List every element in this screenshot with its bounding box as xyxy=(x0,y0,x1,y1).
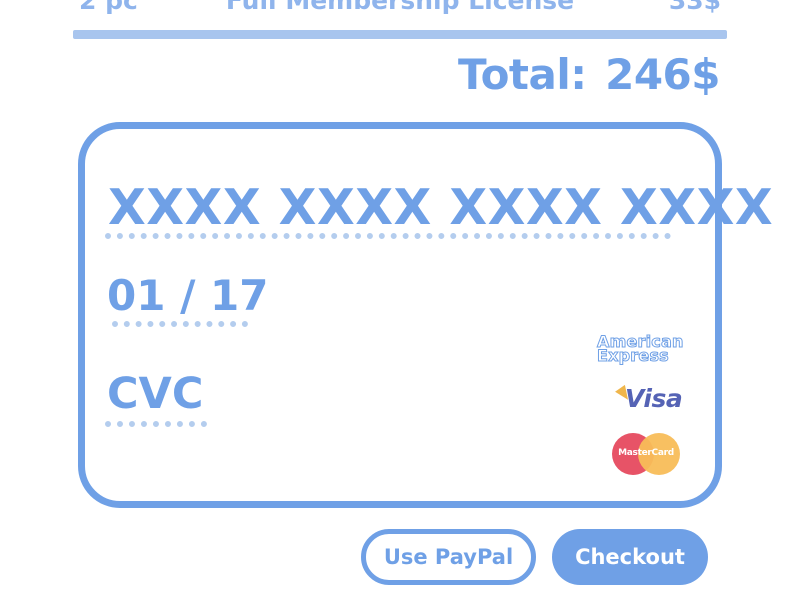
american-express-logo: American Express xyxy=(597,333,697,365)
line-item-price: 33$ xyxy=(668,0,721,15)
visa-logo-text: Visa xyxy=(625,384,683,413)
expiry-date-input[interactable]: 01 / 17 xyxy=(107,271,268,320)
total-value: 246$ xyxy=(605,50,720,99)
total-label: Total: xyxy=(458,50,587,99)
checkout-button[interactable]: Checkout xyxy=(552,529,708,585)
mastercard-logo: MasterCard xyxy=(612,433,682,477)
order-divider xyxy=(73,30,727,39)
line-item-description: Full Membership License xyxy=(225,0,575,15)
credit-card-form: XXXX XXXX XXXX XXXX 01 / 17 CVC American… xyxy=(78,122,773,508)
cvc-underline xyxy=(105,421,207,427)
amex-logo-line2: Express xyxy=(597,346,670,365)
card-number-underline xyxy=(105,233,671,239)
cvc-input[interactable]: CVC xyxy=(107,369,203,419)
mastercard-logo-text: MasterCard xyxy=(618,448,674,458)
visa-logo: Visa xyxy=(615,384,688,414)
order-line-item: 2 pc Full Membership License 33$ xyxy=(73,0,727,26)
expiry-date-underline xyxy=(112,321,248,327)
use-paypal-button[interactable]: Use PayPal xyxy=(361,529,536,585)
card-number-input[interactable]: XXXX XXXX XXXX XXXX xyxy=(108,179,773,236)
